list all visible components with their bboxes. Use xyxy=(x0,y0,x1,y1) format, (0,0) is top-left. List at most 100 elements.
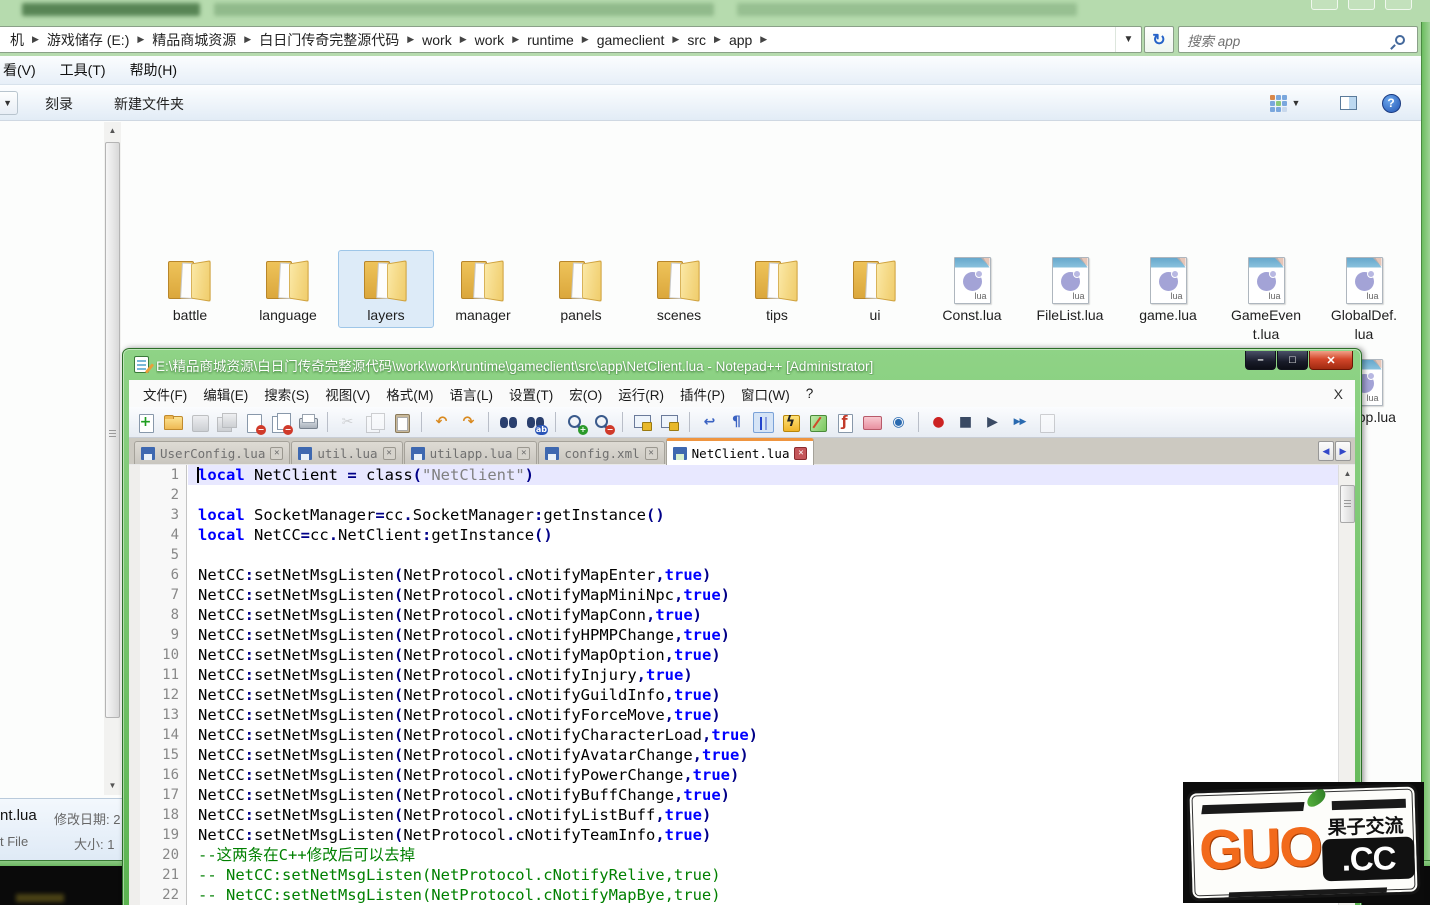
indent-guide-icon[interactable] xyxy=(753,412,774,433)
file-item[interactable]: luaConst.lua xyxy=(924,250,1020,328)
paste-icon[interactable] xyxy=(391,412,412,433)
scroll-up-icon[interactable]: ▲ xyxy=(104,122,121,140)
change-view-button[interactable]: ▼ xyxy=(1258,90,1312,116)
breadcrumb-item[interactable]: 精品商城资源 xyxy=(147,30,241,50)
tab-NetClient.lua[interactable]: NetClient.lua✕ xyxy=(666,438,815,465)
breadcrumb[interactable]: 机▶游戏储存 (E:)▶精品商城资源▶白日门传奇完整源代码▶work▶work▶… xyxy=(0,26,1142,53)
tab-UserConfig.lua[interactable]: UserConfig.lua✕ xyxy=(134,441,290,464)
copy-icon[interactable] xyxy=(364,412,385,433)
explorer-menu-item[interactable]: 工具(T) xyxy=(48,60,118,80)
npp-menu-item[interactable]: 运行(R) xyxy=(610,384,672,404)
find-icon[interactable] xyxy=(498,412,519,433)
run-script-icon[interactable]: ƒ xyxy=(834,412,855,433)
file-item[interactable]: language xyxy=(240,250,336,328)
breadcrumb-item[interactable]: gameclient xyxy=(592,32,670,48)
sync-scroll-v-icon[interactable] xyxy=(632,412,653,433)
tab-close-icon[interactable]: ✕ xyxy=(517,447,530,460)
breadcrumb-item[interactable]: work xyxy=(470,32,510,48)
monitor-eye-icon[interactable]: ◉ xyxy=(888,412,909,433)
macro-record-icon[interactable]: ● xyxy=(928,412,949,433)
file-item[interactable]: ui xyxy=(827,250,923,328)
project-panel-icon[interactable] xyxy=(861,412,882,433)
npp-menu-item[interactable]: 插件(P) xyxy=(672,384,733,404)
burn-button[interactable]: 刻录 xyxy=(45,94,73,114)
macro-run-multiple-icon[interactable]: ▶▶ xyxy=(1009,412,1030,433)
close-button[interactable] xyxy=(1385,0,1412,10)
scroll-up-icon[interactable]: ▲ xyxy=(1339,465,1355,482)
file-item[interactable]: panels xyxy=(533,250,629,328)
file-item[interactable]: battle xyxy=(142,250,238,328)
refresh-button[interactable]: ↻ xyxy=(1144,26,1174,53)
file-item[interactable]: luaGlobalDef. lua xyxy=(1316,250,1412,346)
npp-menu-item[interactable]: 窗口(W) xyxy=(733,384,798,404)
minimize-button[interactable] xyxy=(1311,0,1338,10)
zoom-out-icon[interactable]: − xyxy=(592,412,613,433)
tab-close-icon[interactable]: ✕ xyxy=(270,447,283,460)
close-doc-icon[interactable]: − xyxy=(243,412,264,433)
show-all-chars-icon[interactable]: ¶ xyxy=(726,412,747,433)
file-item[interactable]: manager xyxy=(435,250,531,328)
word-wrap-icon[interactable]: ↩ xyxy=(699,412,720,433)
tab-scroll-right-icon[interactable]: ▶ xyxy=(1335,441,1351,461)
explorer-menu-item[interactable]: 帮助(H) xyxy=(118,60,189,80)
macro-save-icon[interactable] xyxy=(1036,412,1057,433)
npp-menu-item[interactable]: 格式(M) xyxy=(378,384,441,404)
save-icon[interactable] xyxy=(189,412,210,433)
open-folder-icon[interactable] xyxy=(162,412,183,433)
npp-menu-item[interactable]: 编辑(E) xyxy=(195,384,256,404)
npp-menu-item[interactable]: 语言(L) xyxy=(442,384,502,404)
tab-close-icon[interactable]: ✕ xyxy=(645,447,658,460)
preview-pane-button[interactable] xyxy=(1334,91,1362,115)
breadcrumb-item[interactable]: app xyxy=(724,32,757,48)
close-document-icon[interactable]: X xyxy=(1334,386,1343,402)
tab-scroll-left-icon[interactable]: ◀ xyxy=(1318,441,1334,461)
npp-menu-item[interactable]: 搜索(S) xyxy=(256,384,317,404)
maximize-button[interactable] xyxy=(1348,0,1375,10)
new-folder-button[interactable]: 新建文件夹 xyxy=(114,94,184,114)
macro-stop-icon[interactable]: ■ xyxy=(955,412,976,433)
tab-util.lua[interactable]: util.lua✕ xyxy=(291,441,402,464)
breadcrumb-item[interactable]: work xyxy=(417,32,457,48)
file-item[interactable]: luaFileList.lua xyxy=(1022,250,1118,328)
npp-title-bar[interactable]: E:\精品商城资源\白日门传奇完整源代码\work\work\runtime\g… xyxy=(129,349,1355,380)
nav-pane-scrollbar[interactable]: ▲ ▼ xyxy=(104,122,121,795)
undo-icon[interactable]: ↶ xyxy=(431,412,452,433)
zoom-in-icon[interactable]: + xyxy=(565,412,586,433)
file-item[interactable]: layers xyxy=(338,250,434,328)
redo-icon[interactable]: ↷ xyxy=(458,412,479,433)
search-box[interactable]: 搜索 app xyxy=(1178,26,1418,53)
breadcrumb-item[interactable]: runtime xyxy=(522,32,579,48)
shortcut-mapper-icon[interactable]: ϟ xyxy=(780,412,801,433)
macro-play-icon[interactable]: ▶ xyxy=(982,412,1003,433)
print-icon[interactable] xyxy=(297,412,318,433)
tab-config.xml[interactable]: config.xml✕ xyxy=(538,441,664,464)
npp-menu-item[interactable]: 宏(O) xyxy=(561,384,610,404)
explorer-menu-item[interactable]: 看(V) xyxy=(0,60,48,80)
npp-menu-item[interactable]: 文件(F) xyxy=(135,384,195,404)
replace-icon[interactable]: ab xyxy=(525,412,546,433)
address-dropdown-icon[interactable]: ▼ xyxy=(1115,27,1141,52)
maximize-button[interactable]: □ xyxy=(1277,351,1308,370)
file-item[interactable]: tips xyxy=(729,250,825,328)
breadcrumb-item[interactable]: src xyxy=(682,32,711,48)
cut-icon[interactable]: ✂ xyxy=(337,412,358,433)
file-item[interactable]: scenes xyxy=(631,250,727,328)
file-item[interactable]: luaGameEven t.lua xyxy=(1218,250,1314,346)
sync-scroll-h-icon[interactable] xyxy=(659,412,680,433)
tab-close-icon[interactable]: ✕ xyxy=(794,447,807,460)
organize-split-button[interactable]: ▼ xyxy=(0,91,18,115)
breadcrumb-item[interactable]: 白日门传奇完整源代码 xyxy=(254,30,404,50)
tab-utilapp.lua[interactable]: utilapp.lua✕ xyxy=(404,441,538,464)
npp-menu-item[interactable]: 视图(V) xyxy=(317,384,378,404)
scrollbar-thumb[interactable] xyxy=(1340,485,1355,523)
npp-menu-item[interactable]: ? xyxy=(798,386,822,401)
doc-map-icon[interactable] xyxy=(807,412,828,433)
search-input[interactable]: 搜索 app xyxy=(1187,30,1395,50)
minimize-button[interactable]: – xyxy=(1245,351,1276,370)
new-file-icon[interactable]: + xyxy=(135,412,156,433)
scroll-down-icon[interactable]: ▼ xyxy=(104,777,121,795)
npp-menu-item[interactable]: 设置(T) xyxy=(501,384,561,404)
file-item[interactable]: luagame.lua xyxy=(1120,250,1216,328)
breadcrumb-item[interactable]: 游戏储存 (E:) xyxy=(42,30,134,50)
tab-close-icon[interactable]: ✕ xyxy=(383,447,396,460)
